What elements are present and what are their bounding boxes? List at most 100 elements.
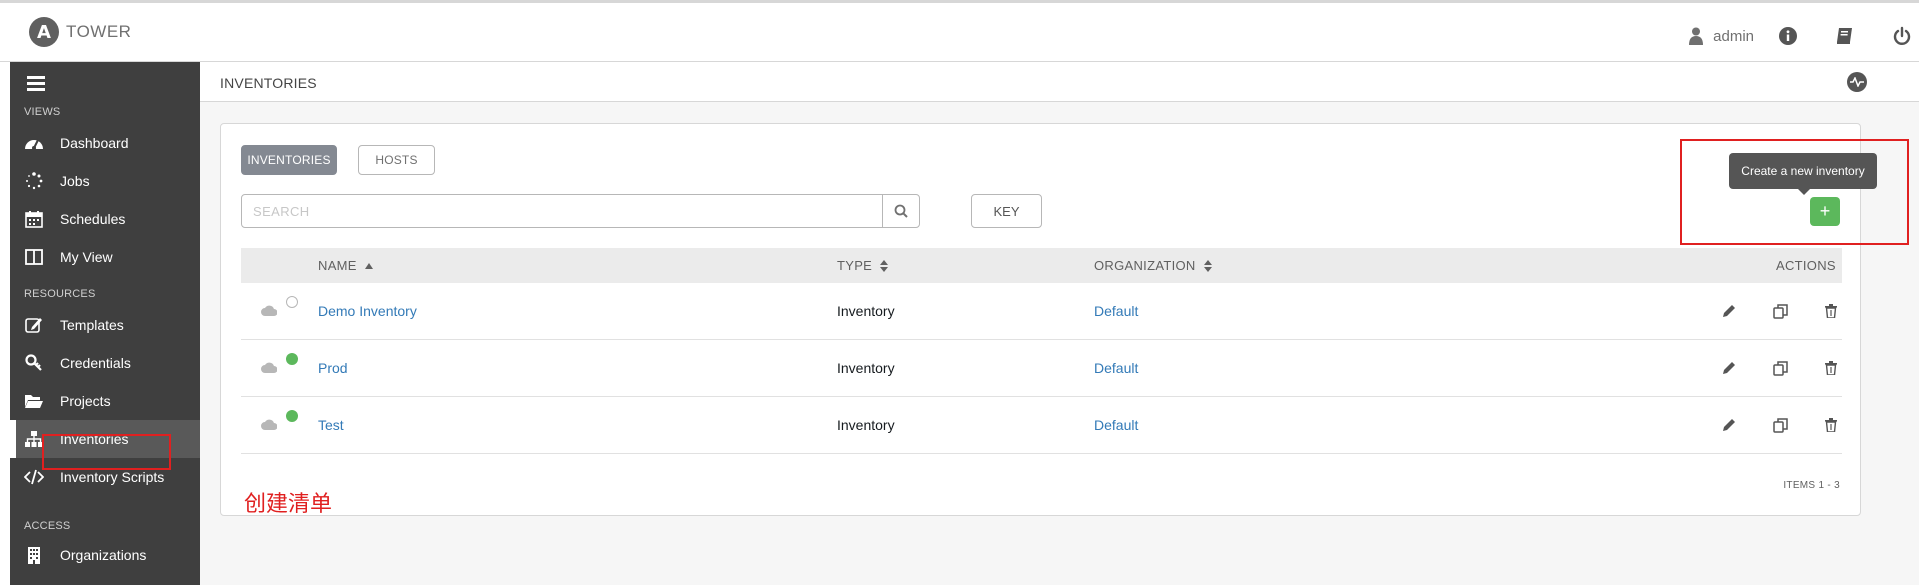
- sidebar-item-label: Organizations: [60, 547, 147, 563]
- edit-icon[interactable]: [1721, 417, 1737, 433]
- building-icon: [24, 545, 44, 565]
- folder-open-icon: [24, 391, 44, 411]
- logo-text: TOWER: [66, 22, 132, 41]
- sitemap-icon: [24, 429, 44, 449]
- column-actions: ACTIONS: [1776, 258, 1836, 273]
- copy-icon[interactable]: [1772, 360, 1788, 376]
- organization-link[interactable]: Default: [1094, 360, 1138, 376]
- edit-icon[interactable]: [1721, 360, 1737, 376]
- inventory-name-link[interactable]: Demo Inventory: [318, 303, 417, 319]
- inventory-type: Inventory: [837, 303, 895, 319]
- sidebar-item-organizations[interactable]: Organizations: [10, 536, 200, 574]
- sidebar-item-label: Inventory Scripts: [60, 469, 165, 485]
- menu-toggle-icon[interactable]: [27, 76, 45, 94]
- sidebar-item-label: Credentials: [60, 355, 131, 371]
- activity-stream-icon[interactable]: [1847, 72, 1867, 92]
- inventories-panel: INVENTORIES HOSTS KEY Create a new inven…: [220, 123, 1909, 517]
- cloud-icon[interactable]: [261, 305, 277, 316]
- inventory-name-link[interactable]: Prod: [318, 360, 348, 376]
- sidebar-item-projects[interactable]: Projects: [10, 382, 200, 420]
- delete-icon[interactable]: [1823, 417, 1839, 433]
- sidebar-item-templates[interactable]: Templates: [10, 306, 200, 344]
- about-button[interactable]: [1778, 26, 1798, 46]
- add-tooltip: Create a new inventory: [1729, 153, 1877, 189]
- column-type[interactable]: TYPE: [837, 258, 889, 273]
- info-icon: [1779, 27, 1797, 45]
- search-input[interactable]: [242, 195, 882, 227]
- sidebar: VIEWS Dashboard Jobs Schedules My View R…: [10, 62, 200, 585]
- key-icon: [24, 353, 44, 373]
- table-header: NAME TYPE ORGANIZATION ACTIONS: [241, 248, 1842, 283]
- table-row: Test Inventory Default: [241, 397, 1842, 454]
- tooltip-arrow: [1798, 189, 1810, 195]
- documentation-button[interactable]: [1835, 26, 1855, 46]
- sidebar-heading-views: VIEWS: [24, 106, 61, 118]
- sidebar-item-schedules[interactable]: Schedules: [10, 200, 200, 238]
- dashboard-icon: [24, 133, 44, 153]
- add-inventory-button[interactable]: +: [1810, 197, 1840, 226]
- search-box: [241, 194, 920, 228]
- key-button[interactable]: KEY: [971, 194, 1042, 228]
- items-count: ITEMS 1 - 3: [1783, 480, 1840, 491]
- tab-inventories[interactable]: INVENTORIES: [241, 145, 337, 175]
- search-button[interactable]: [882, 195, 919, 227]
- sidebar-item-label: Schedules: [60, 211, 126, 227]
- inventory-type: Inventory: [837, 417, 895, 433]
- sidebar-heading-access: ACCESS: [24, 520, 71, 532]
- tab-hosts[interactable]: HOSTS: [358, 145, 435, 175]
- columns-icon: [24, 247, 44, 267]
- sidebar-item-label: Templates: [60, 317, 124, 333]
- tower-logo[interactable]: A TOWER: [29, 17, 131, 47]
- calendar-icon: [24, 209, 44, 229]
- organization-link[interactable]: Default: [1094, 303, 1138, 319]
- column-label: ORGANIZATION: [1094, 258, 1196, 273]
- cloud-icon[interactable]: [261, 419, 277, 430]
- power-icon: [1893, 26, 1911, 45]
- sidebar-item-credentials[interactable]: Credentials: [10, 344, 200, 382]
- sidebar-heading-resources: RESOURCES: [24, 288, 96, 300]
- inventory-name-link[interactable]: Test: [318, 417, 344, 433]
- inventory-type: Inventory: [837, 360, 895, 376]
- annotation-text: 创建清单: [244, 492, 333, 517]
- user-menu[interactable]: admin: [1689, 27, 1754, 45]
- cloud-icon[interactable]: [261, 362, 277, 373]
- host-status-icon[interactable]: [286, 410, 298, 422]
- book-icon: [1837, 28, 1852, 44]
- column-name[interactable]: NAME: [318, 258, 373, 273]
- breadcrumb: INVENTORIES: [220, 75, 317, 91]
- ansible-logo-icon: A: [29, 17, 59, 47]
- spinner-icon: [24, 171, 44, 191]
- host-status-icon[interactable]: [286, 296, 298, 308]
- table-row: Prod Inventory Default: [241, 340, 1842, 397]
- column-label: NAME: [318, 258, 357, 273]
- pencil-square-icon: [24, 315, 44, 335]
- sidebar-item-label: Dashboard: [60, 135, 129, 151]
- sidebar-item-label: Jobs: [60, 173, 90, 189]
- sort-icon: [1203, 259, 1212, 272]
- main-content: INVENTORIES INVENTORIES HOSTS KEY Create…: [200, 62, 1919, 585]
- breadcrumb-bar: INVENTORIES: [200, 62, 1919, 102]
- copy-icon[interactable]: [1772, 417, 1788, 433]
- highlight-inventories-box: [42, 434, 171, 470]
- organization-link[interactable]: Default: [1094, 417, 1138, 433]
- top-navbar: A TOWER admin: [0, 0, 1919, 62]
- sort-asc-icon: [364, 262, 373, 269]
- delete-icon[interactable]: [1823, 360, 1839, 376]
- column-label: ACTIONS: [1776, 258, 1836, 273]
- sidebar-item-jobs[interactable]: Jobs: [10, 162, 200, 200]
- sidebar-item-label: Projects: [60, 393, 111, 409]
- sidebar-item-label: My View: [60, 249, 113, 265]
- column-organization[interactable]: ORGANIZATION: [1094, 258, 1212, 273]
- code-icon: [24, 467, 44, 487]
- column-label: TYPE: [837, 258, 873, 273]
- table-row: Demo Inventory Inventory Default: [241, 283, 1842, 340]
- host-status-icon[interactable]: [286, 353, 298, 365]
- sidebar-item-dashboard[interactable]: Dashboard: [10, 124, 200, 162]
- sidebar-item-my-view[interactable]: My View: [10, 238, 200, 276]
- copy-icon[interactable]: [1772, 303, 1788, 319]
- delete-icon[interactable]: [1823, 303, 1839, 319]
- logout-button[interactable]: [1892, 26, 1912, 46]
- edit-icon[interactable]: [1721, 303, 1737, 319]
- username: admin: [1713, 27, 1754, 45]
- user-icon: [1689, 27, 1704, 45]
